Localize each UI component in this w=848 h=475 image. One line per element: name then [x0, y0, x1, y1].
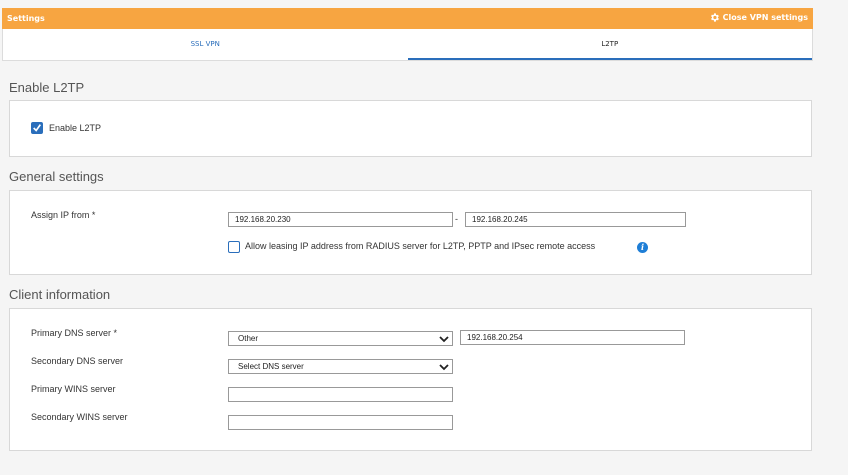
- primary-dns-select-value: Other: [238, 334, 259, 343]
- radius-lease-label: Allow leasing IP address from RADIUS ser…: [245, 241, 596, 251]
- secondary-dns-select-value: Select DNS server: [238, 362, 304, 371]
- primary-dns-label: Primary DNS server *: [31, 328, 118, 338]
- header-title: Settings: [7, 14, 45, 23]
- gear-icon: [710, 13, 719, 22]
- enable-l2tp-section-title: Enable L2TP: [9, 80, 85, 95]
- enable-l2tp-label: Enable L2TP: [49, 123, 102, 133]
- chevron-down-icon: [439, 364, 449, 371]
- settings-header-bar: Settings Close VPN settings: [2, 8, 813, 29]
- secondary-wins-input[interactable]: [228, 415, 453, 430]
- client-info-section-title: Client information: [9, 287, 111, 302]
- secondary-dns-label: Secondary DNS server: [31, 356, 124, 366]
- ip-range-end-input[interactable]: 192.168.20.245: [465, 212, 686, 227]
- general-settings-box: Assign IP from * 192.168.20.230 - 192.16…: [9, 190, 812, 275]
- primary-wins-input[interactable]: [228, 387, 453, 402]
- radius-lease-checkbox[interactable]: [228, 241, 240, 253]
- primary-wins-label: Primary WINS server: [31, 384, 116, 394]
- tab-ssl-vpn[interactable]: SSL VPN: [3, 29, 408, 60]
- enable-l2tp-checkbox[interactable]: [31, 122, 43, 134]
- info-icon[interactable]: i: [637, 242, 648, 253]
- primary-dns-select[interactable]: Other: [228, 331, 453, 346]
- ip-range-start-input[interactable]: 192.168.20.230: [228, 212, 453, 227]
- check-icon: [33, 124, 42, 132]
- close-vpn-settings-button[interactable]: Close VPN settings: [709, 12, 808, 23]
- chevron-down-icon: [439, 336, 449, 343]
- enable-l2tp-box: Enable L2TP: [9, 100, 812, 157]
- vpn-settings-page: Settings Close VPN settings SSL VPN L2TP…: [0, 0, 848, 475]
- client-info-box: Primary DNS server * Other 192.168.20.25…: [9, 308, 812, 451]
- vpn-tabs: SSL VPN L2TP: [2, 29, 813, 61]
- ip-range-separator: -: [455, 214, 458, 224]
- primary-dns-input[interactable]: 192.168.20.254: [460, 330, 685, 345]
- secondary-wins-label: Secondary WINS server: [31, 412, 128, 422]
- assign-ip-label: Assign IP from *: [31, 210, 96, 220]
- tab-l2tp[interactable]: L2TP: [407, 29, 812, 60]
- general-settings-section-title: General settings: [9, 169, 104, 184]
- close-vpn-settings-label: Close VPN settings: [722, 13, 808, 22]
- secondary-dns-select[interactable]: Select DNS server: [228, 359, 453, 374]
